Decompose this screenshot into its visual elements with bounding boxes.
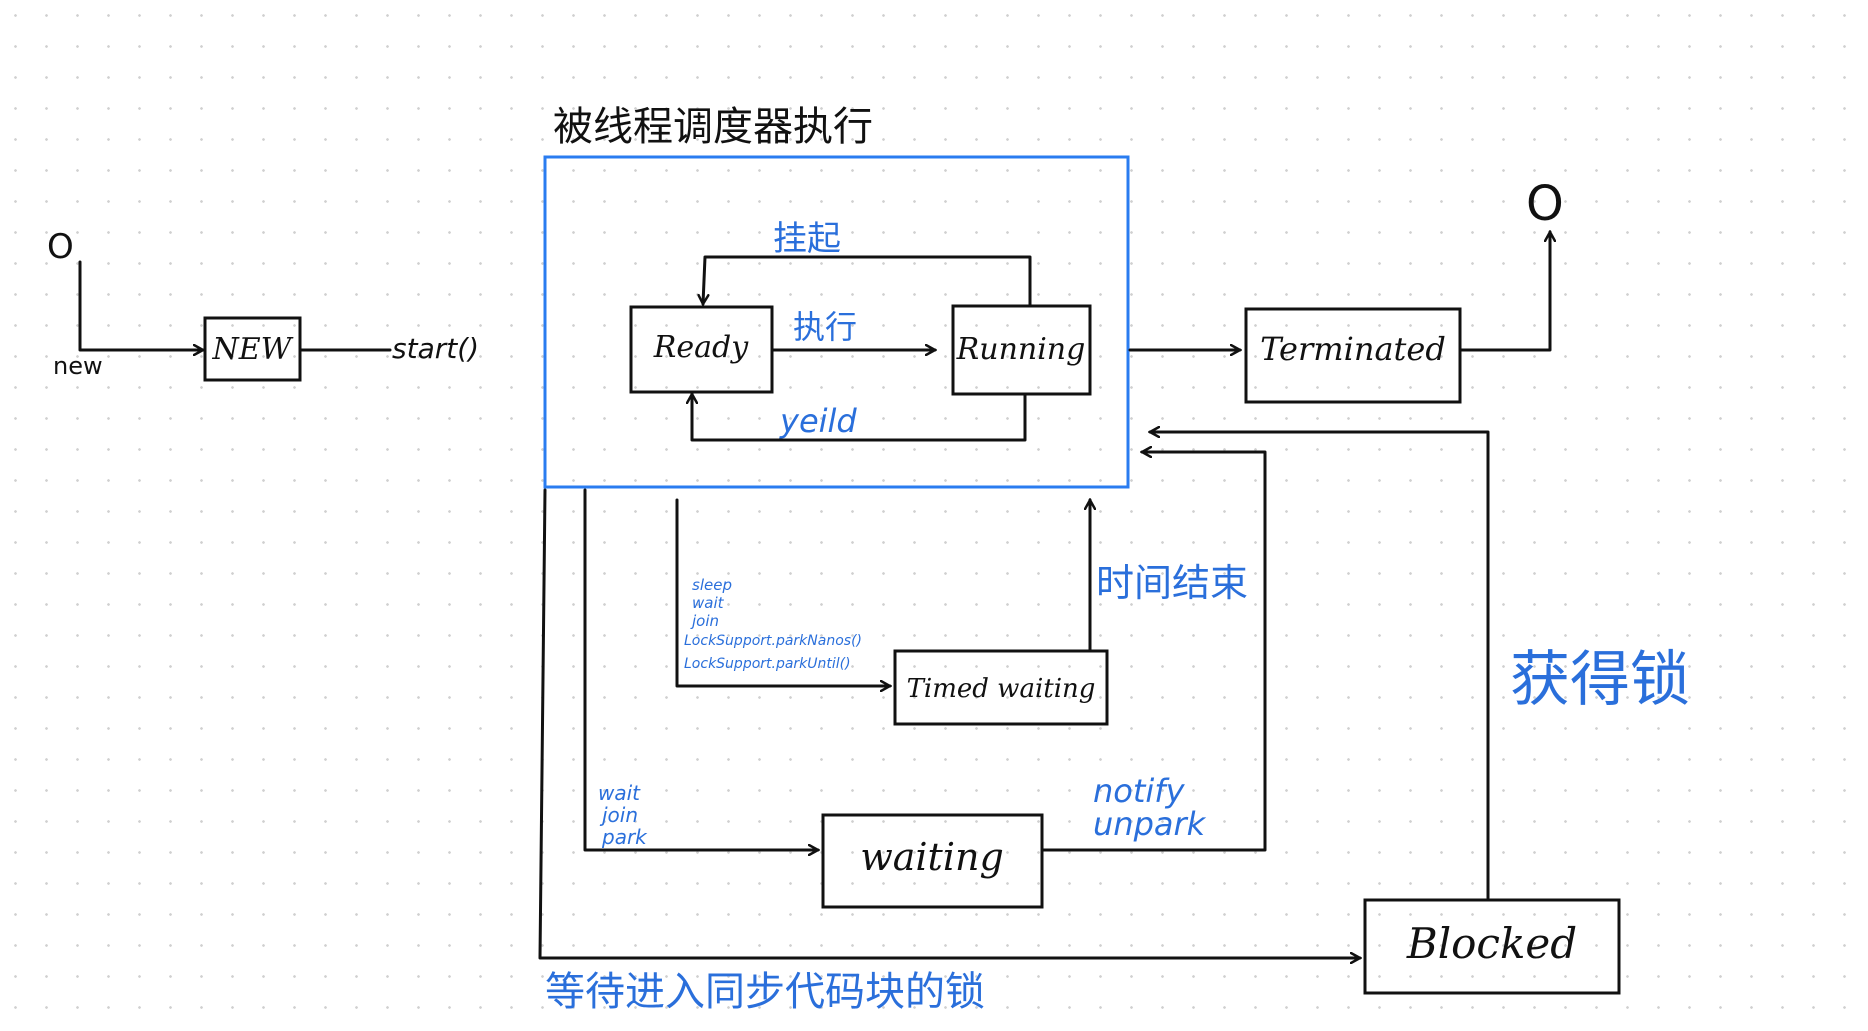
transition-unpark-label: unpark — [1093, 805, 1207, 843]
transition-acquire-lock-label: 获得锁 — [1510, 645, 1690, 715]
edge-running-to-ready-yield — [692, 394, 1027, 442]
timed-waiting-trigger-labels: sleep wait join LockSupport.parkNanos() … — [684, 576, 862, 672]
transition-wait-sync-lock-label: 等待进入同步代码块的锁 — [545, 969, 985, 1015]
state-waiting-label: waiting — [860, 835, 1004, 879]
start-marker: O — [47, 227, 74, 267]
waiting-trigger-wait: wait — [598, 781, 641, 805]
edge-initial-to-new — [78, 260, 203, 350]
state-ready-label: Ready — [653, 330, 749, 365]
timed-trigger-sleep: sleep — [692, 576, 732, 594]
waiting-trigger-join: join — [599, 803, 638, 827]
edge-running-to-ready-suspend — [703, 255, 1032, 308]
timed-trigger-wait: wait — [692, 594, 725, 612]
end-marker: O — [1526, 176, 1564, 232]
edge-new-label: new — [53, 352, 103, 380]
state-blocked-label: Blocked — [1406, 919, 1577, 968]
state-new-label: NEW — [212, 332, 294, 367]
timed-trigger-parkuntil: LockSupport.parkUntil() — [684, 656, 851, 672]
timed-trigger-parknanos: LockSupport.parkNanos() — [684, 633, 862, 649]
edge-start-label: start() — [392, 332, 479, 365]
thread-state-diagram: 被线程调度器执行 O O NEW Ready Running Terminate… — [47, 104, 1690, 1015]
transition-suspend-label: 挂起 — [773, 219, 841, 259]
timed-trigger-join: join — [690, 612, 719, 630]
state-timed-waiting-label: Timed waiting — [907, 674, 1096, 704]
waiting-trigger-park: park — [601, 825, 648, 849]
transition-execute-label: 执行 — [793, 308, 857, 346]
waiting-trigger-labels: wait join park — [598, 781, 648, 849]
edge-terminated-to-final — [1458, 232, 1550, 352]
scheduler-title: 被线程调度器执行 — [553, 104, 873, 150]
state-terminated-label: Terminated — [1260, 330, 1446, 368]
state-running-label: Running — [956, 332, 1086, 367]
transition-time-up-label: 时间结束 — [1096, 561, 1248, 605]
transition-yield-label: yeild — [779, 402, 857, 440]
